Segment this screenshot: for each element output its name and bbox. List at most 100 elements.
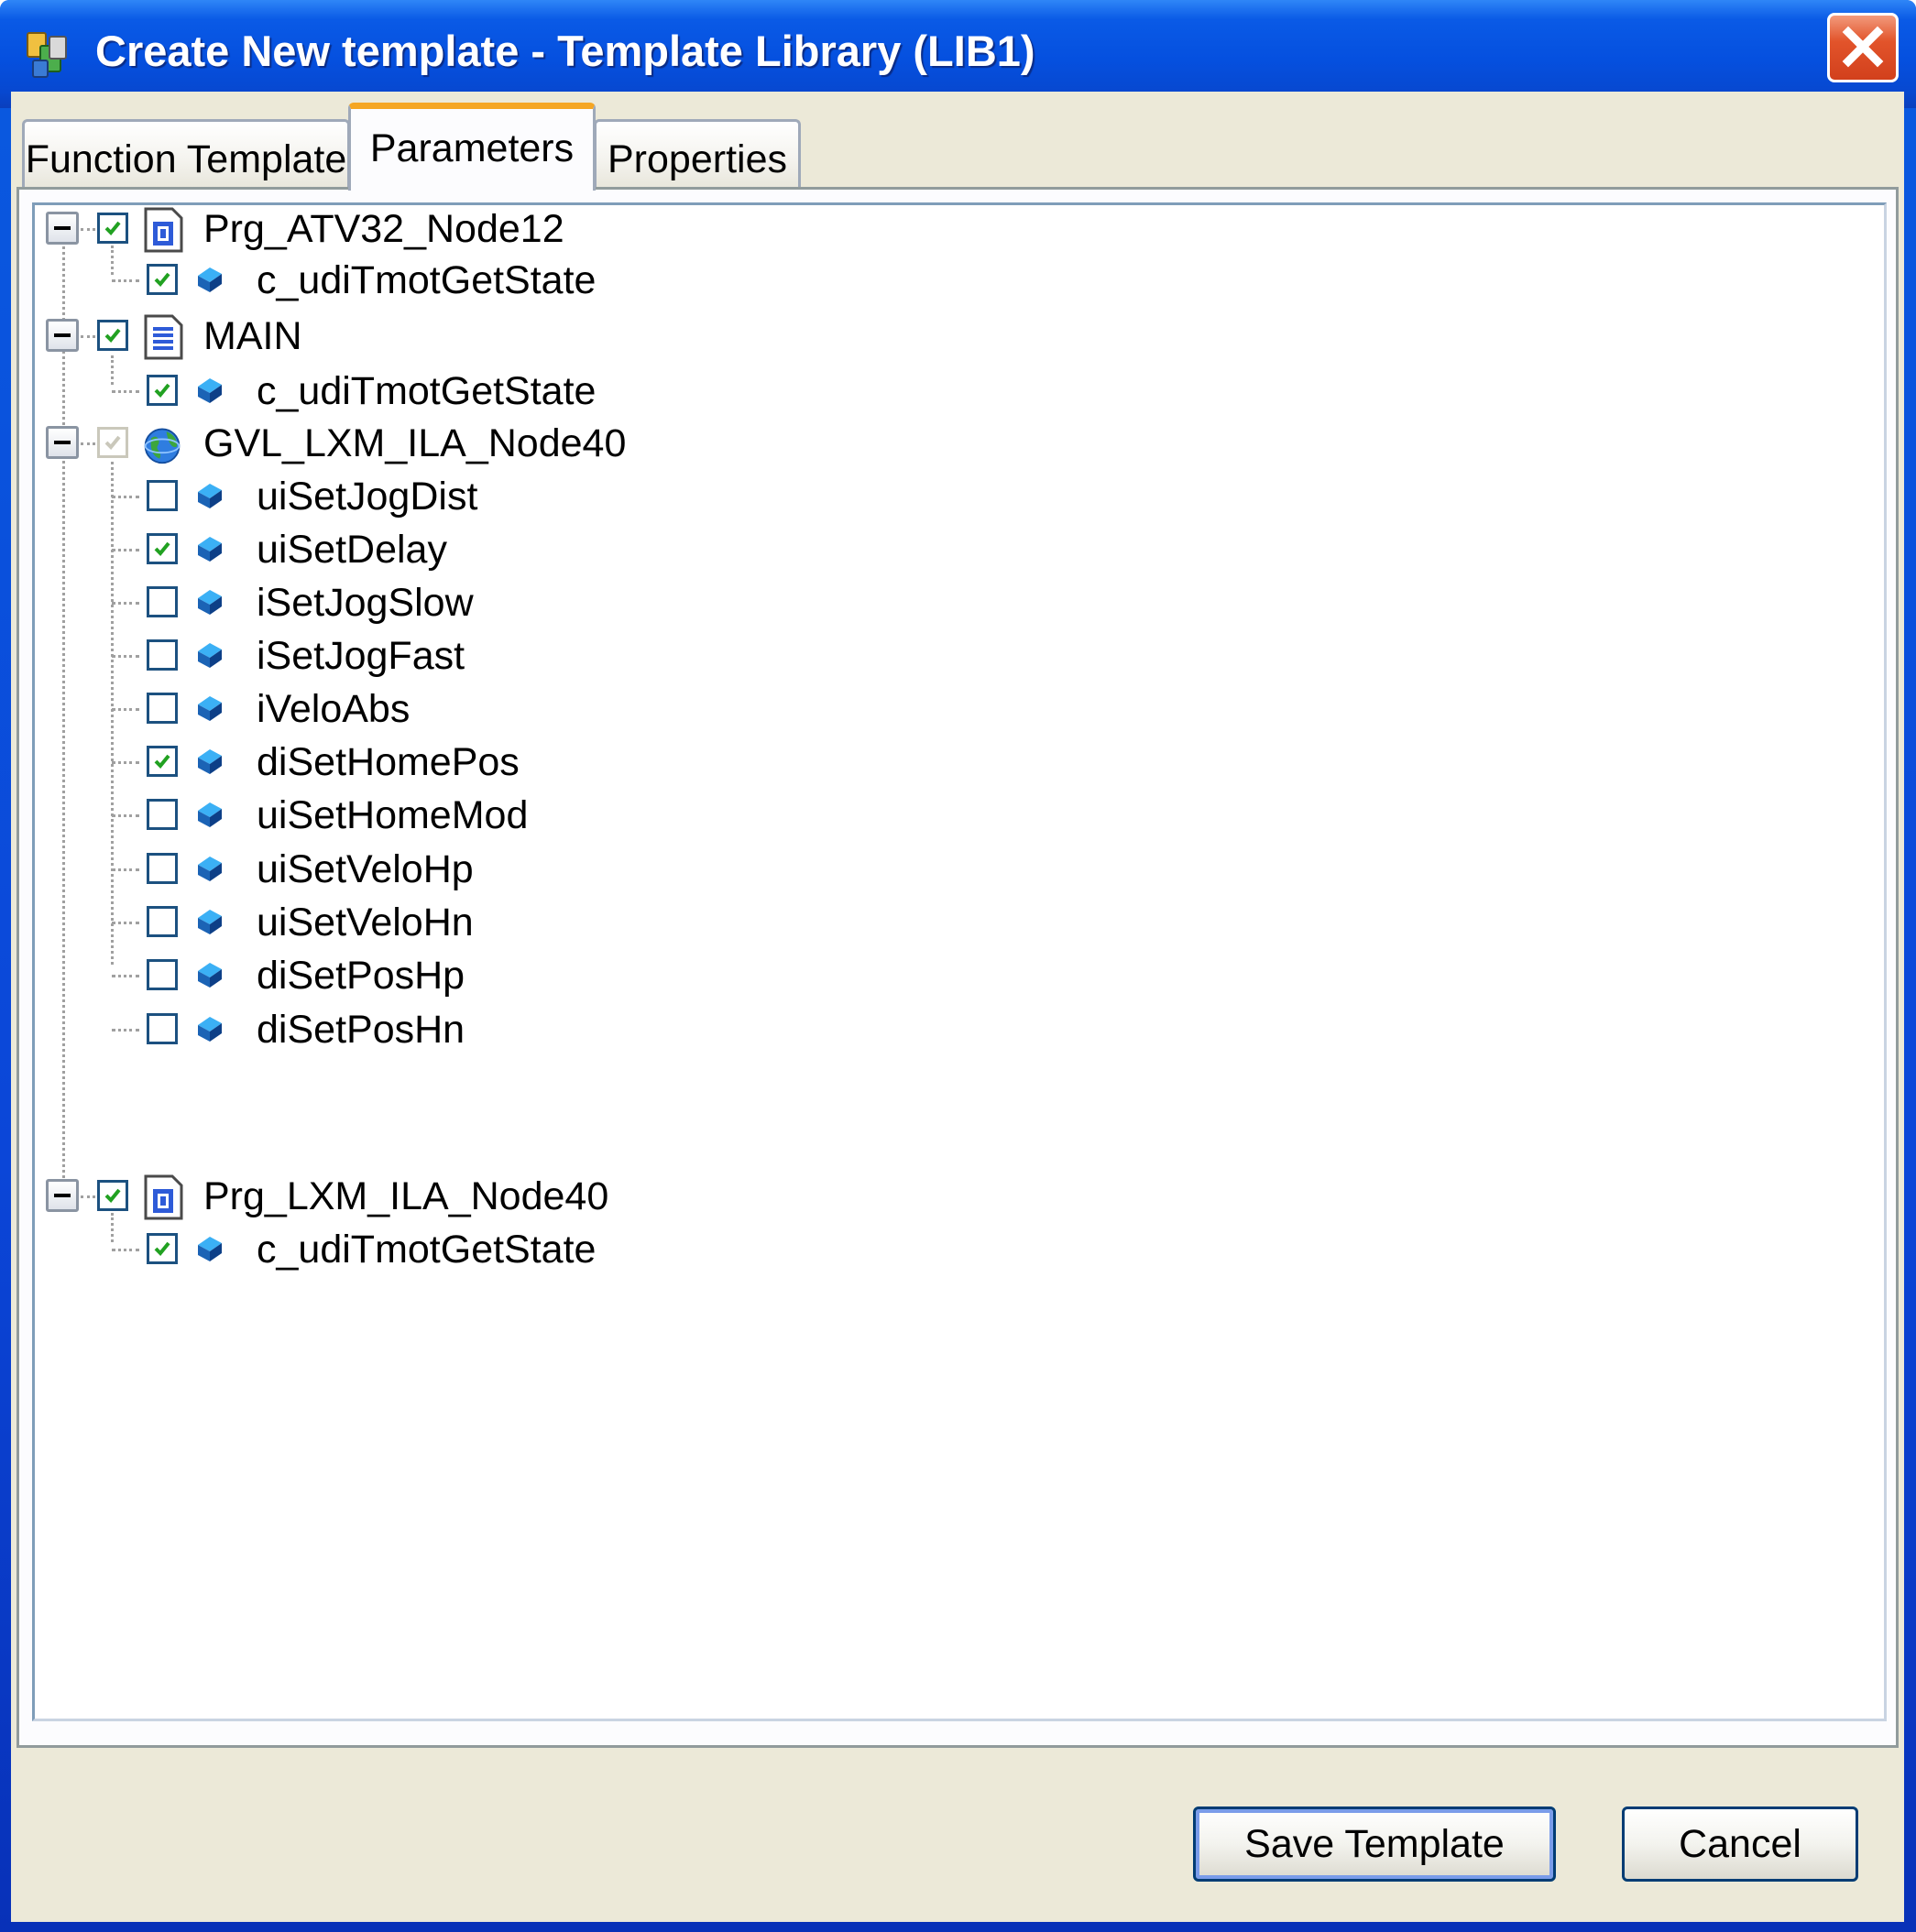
collapse-toggle[interactable] [46, 1179, 79, 1212]
node-label: Prg_ATV32_Node12 [203, 207, 564, 251]
tree-node[interactable]: diSetPosHn [35, 1006, 1134, 1057]
tree-line [112, 922, 139, 924]
close-button[interactable] [1827, 13, 1899, 82]
check-icon [154, 383, 170, 398]
variable-checkbox[interactable] [147, 533, 178, 564]
tree-line [112, 655, 139, 658]
node-checkbox[interactable] [97, 320, 128, 351]
variable-label: c_udiTmotGetState [257, 1228, 597, 1272]
save-template-button[interactable]: Save Template [1193, 1806, 1556, 1882]
check-icon [104, 328, 121, 343]
variable-label: iSetJogSlow [257, 581, 474, 625]
tab-properties[interactable]: Properties [594, 119, 801, 192]
variable-icon [198, 1017, 222, 1042]
document-icon [144, 314, 183, 360]
program-icon [144, 1174, 183, 1220]
variable-label: uiSetJogDist [257, 475, 478, 518]
variable-checkbox[interactable] [147, 375, 178, 406]
variable-checkbox[interactable] [147, 746, 178, 777]
tree-node[interactable]: c_udiTmotGetState [35, 367, 1134, 419]
variable-label: iSetJogFast [257, 634, 465, 678]
variable-checkbox[interactable] [147, 799, 178, 830]
tree-line [112, 602, 139, 605]
check-icon [104, 435, 121, 450]
variable-icon [198, 267, 222, 292]
variable-checkbox[interactable] [147, 906, 178, 937]
variable-label: uiSetVeloHp [257, 847, 474, 891]
variable-checkbox[interactable] [147, 959, 178, 990]
variable-checkbox[interactable] [147, 693, 178, 724]
variable-label: diSetPosHp [257, 954, 465, 998]
tree-node[interactable]: diSetPosHp [35, 952, 1134, 1003]
window-title: Create New template - Template Library (… [95, 27, 1035, 75]
check-icon [154, 754, 170, 769]
tab-parameters[interactable]: Parameters [348, 103, 596, 191]
check-icon [154, 541, 170, 556]
variable-checkbox[interactable] [147, 1233, 178, 1264]
node-checkbox[interactable] [97, 213, 128, 244]
collapse-toggle[interactable] [46, 319, 79, 352]
variable-label: diSetPosHn [257, 1008, 465, 1052]
tree-node[interactable]: c_udiTmotGetState [35, 257, 1134, 308]
check-icon [104, 1188, 121, 1203]
variable-label: iVeloAbs [257, 687, 411, 731]
node-label: MAIN [203, 314, 302, 358]
tree-line [112, 975, 139, 977]
variable-checkbox[interactable] [147, 853, 178, 884]
tree-line [81, 1195, 95, 1198]
tree-node[interactable]: uiSetVeloHp [35, 846, 1134, 897]
variable-icon [198, 484, 222, 508]
tree-node[interactable]: uiSetDelay [35, 526, 1134, 577]
tab-label: Properties [608, 137, 787, 181]
node-checkbox[interactable] [97, 1180, 128, 1211]
tree-line [112, 390, 139, 393]
dialog-window: Create New template - Template Library (… [0, 0, 1916, 1932]
variable-icon [198, 696, 222, 721]
tree-line [112, 496, 139, 498]
tree-node[interactable]: uiSetVeloHn [35, 899, 1134, 950]
tree-node[interactable]: diSetHomePos [35, 738, 1134, 790]
variable-label: c_udiTmotGetState [257, 369, 597, 413]
tree-node[interactable]: Prg_ATV32_Node12 [35, 205, 1134, 257]
tree-node[interactable]: GVL_LXM_ILA_Node40 [35, 420, 1134, 471]
variable-icon [198, 590, 222, 615]
tree-line [81, 228, 95, 231]
variable-label: uiSetDelay [257, 528, 447, 572]
tree-line [112, 761, 139, 764]
tree-node[interactable]: iVeloAbs [35, 685, 1134, 737]
collapse-toggle[interactable] [46, 426, 79, 459]
node-label: Prg_LXM_ILA_Node40 [203, 1174, 609, 1218]
cancel-button[interactable]: Cancel [1622, 1806, 1858, 1882]
parameters-tab-panel: Prg_ATV32_Node12 c_udiTmotGetState MAIN … [16, 187, 1899, 1748]
tree-line [81, 442, 95, 445]
variable-icon [198, 910, 222, 934]
tree-line [112, 868, 139, 871]
tree-node[interactable]: c_udiTmotGetState [35, 1226, 1134, 1277]
tree-line [81, 335, 95, 338]
variable-icon [198, 378, 222, 403]
tab-function-template[interactable]: Function Template [22, 119, 350, 192]
variable-label: uiSetVeloHn [257, 901, 474, 944]
variable-icon [198, 643, 222, 668]
dialog-client-area: Function Template Parameters Properties [11, 92, 1904, 1922]
variable-icon [198, 749, 222, 774]
tree-node[interactable]: Prg_LXM_ILA_Node40 [35, 1173, 1134, 1224]
close-icon [1842, 26, 1884, 68]
parameters-tree[interactable]: Prg_ATV32_Node12 c_udiTmotGetState MAIN … [32, 202, 1887, 1721]
variable-checkbox[interactable] [147, 264, 178, 295]
variable-checkbox[interactable] [147, 586, 178, 617]
tree-node[interactable]: MAIN [35, 312, 1134, 364]
tree-line [112, 708, 139, 711]
variable-checkbox[interactable] [147, 1013, 178, 1044]
node-label: GVL_LXM_ILA_Node40 [203, 421, 627, 465]
variable-checkbox[interactable] [147, 639, 178, 671]
node-checkbox [97, 427, 128, 458]
tree-node[interactable]: uiSetHomeMod [35, 791, 1134, 843]
tree-node[interactable]: iSetJogFast [35, 632, 1134, 683]
variable-checkbox[interactable] [147, 480, 178, 511]
tab-label: Parameters [369, 126, 575, 170]
tree-node[interactable]: uiSetJogDist [35, 473, 1134, 524]
variable-icon [198, 1237, 222, 1261]
collapse-toggle[interactable] [46, 212, 79, 245]
tree-node[interactable]: iSetJogSlow [35, 579, 1134, 630]
